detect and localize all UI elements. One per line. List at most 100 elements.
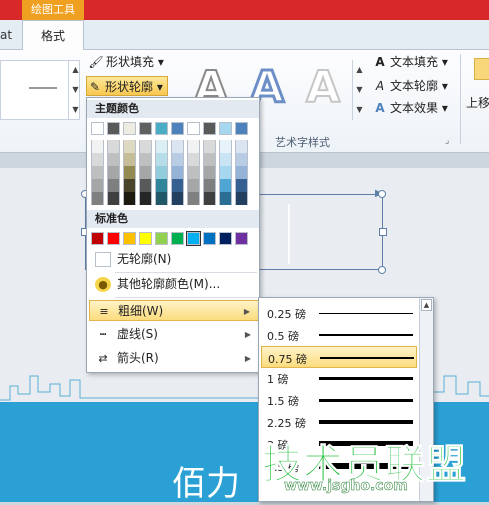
theme-shade-swatch[interactable] [155, 179, 168, 192]
theme-shade-swatch[interactable] [203, 153, 216, 166]
text-outline-button[interactable]: A 文本轮廓 ▾ [372, 76, 448, 96]
selected-arrow-line[interactable] [258, 194, 382, 195]
theme-color-swatch[interactable] [91, 122, 104, 135]
chevron-down-icon[interactable]: ▼ [69, 80, 82, 100]
theme-shade-swatch[interactable] [107, 179, 120, 192]
line-weight-option[interactable]: 1 磅 [261, 367, 417, 389]
shape-style-scroll[interactable]: ▲ ▼ ▼ [68, 60, 82, 120]
theme-shade-swatch[interactable] [203, 140, 216, 153]
standard-color-swatch[interactable] [155, 232, 168, 245]
weight-option[interactable]: ≡ 粗细(W) ▶ [89, 300, 259, 321]
bring-forward-button[interactable]: 上移 [466, 94, 489, 111]
line-weight-option[interactable]: 1.5 磅 [261, 389, 417, 411]
dashes-option[interactable]: ┅ 虚线(S) ▶ [89, 324, 259, 345]
standard-color-swatch[interactable] [139, 232, 152, 245]
theme-shade-swatch[interactable] [139, 179, 152, 192]
theme-shade-swatch[interactable] [123, 192, 136, 205]
standard-color-swatch[interactable] [123, 232, 136, 245]
theme-shade-swatch[interactable] [235, 140, 248, 153]
theme-shade-swatch[interactable] [235, 153, 248, 166]
theme-shade-swatch[interactable] [171, 140, 184, 153]
chevron-up-icon[interactable]: ▲ [69, 60, 82, 80]
theme-shade-swatch[interactable] [155, 140, 168, 153]
theme-shade-swatch[interactable] [107, 153, 120, 166]
tab-partial-left[interactable]: at [0, 28, 12, 42]
theme-shade-swatch[interactable] [171, 179, 184, 192]
line-weight-option[interactable]: 0.5 磅 [261, 324, 417, 346]
standard-color-swatch[interactable] [91, 232, 104, 245]
line-weight-option[interactable]: 0.25 磅 [261, 302, 417, 324]
shape-outline-button[interactable]: ✎ 形状轮廓 ▾ [86, 76, 168, 96]
theme-shade-swatch[interactable] [91, 140, 104, 153]
theme-color-swatch[interactable] [139, 122, 152, 135]
scroll-up-icon[interactable]: ▲ [421, 299, 432, 311]
slide-title-text[interactable]: 佰力 [172, 456, 240, 505]
theme-shade-swatch[interactable] [155, 192, 168, 205]
theme-shade-swatch[interactable] [123, 153, 136, 166]
theme-shade-swatch[interactable] [219, 166, 232, 179]
theme-shade-swatch[interactable] [235, 179, 248, 192]
text-fill-button[interactable]: A 文本填充 ▾ [372, 52, 448, 72]
text-effects-button[interactable]: A 文本效果 ▾ [372, 98, 448, 118]
theme-color-swatch[interactable] [219, 122, 232, 135]
theme-color-swatch[interactable] [187, 122, 200, 135]
theme-shade-swatch[interactable] [171, 153, 184, 166]
no-outline-option[interactable]: 无轮廓(N) [89, 249, 259, 270]
theme-shade-swatch[interactable] [187, 140, 200, 153]
resize-handle[interactable] [378, 266, 386, 274]
theme-shade-swatch[interactable] [123, 166, 136, 179]
chevron-down-icon[interactable]: ▼ [353, 80, 366, 100]
theme-shade-swatch[interactable] [203, 179, 216, 192]
theme-shade-swatch[interactable] [139, 140, 152, 153]
standard-color-swatch[interactable] [235, 232, 248, 245]
theme-shade-swatch[interactable] [155, 166, 168, 179]
theme-shade-swatch[interactable] [171, 192, 184, 205]
theme-shade-swatch[interactable] [91, 179, 104, 192]
theme-color-swatch[interactable] [171, 122, 184, 135]
chevron-up-icon[interactable]: ▲ [353, 60, 366, 80]
theme-shade-swatch[interactable] [219, 179, 232, 192]
standard-color-swatch[interactable] [186, 231, 201, 246]
theme-shade-swatch[interactable] [155, 153, 168, 166]
dialog-launcher-icon[interactable]: ⌟ [445, 136, 449, 146]
theme-shade-swatch[interactable] [203, 192, 216, 205]
theme-shade-swatch[interactable] [91, 166, 104, 179]
wordart-style-3[interactable]: A [300, 61, 346, 114]
theme-shade-swatch[interactable] [107, 140, 120, 153]
shape-fill-button[interactable]: 🖌 形状填充 ▾ [88, 52, 163, 72]
arrange-icon[interactable] [474, 58, 489, 80]
arrows-option[interactable]: ⇄ 箭头(R) ▶ [89, 348, 259, 369]
theme-shade-swatch[interactable] [187, 179, 200, 192]
theme-color-swatch[interactable] [155, 122, 168, 135]
theme-color-swatch[interactable] [235, 122, 248, 135]
theme-shade-swatch[interactable] [123, 179, 136, 192]
theme-shade-swatch[interactable] [187, 166, 200, 179]
standard-color-swatch[interactable] [219, 232, 232, 245]
theme-shade-swatch[interactable] [91, 192, 104, 205]
theme-color-swatch[interactable] [107, 122, 120, 135]
theme-shade-swatch[interactable] [203, 166, 216, 179]
gallery-more-icon[interactable]: ▼ [69, 100, 82, 120]
theme-shade-swatch[interactable] [235, 192, 248, 205]
theme-shade-swatch[interactable] [123, 140, 136, 153]
theme-color-swatch[interactable] [203, 122, 216, 135]
theme-shade-swatch[interactable] [139, 153, 152, 166]
more-outline-colors-option[interactable]: ● 其他轮廓颜色(M)... [89, 274, 259, 295]
theme-shade-swatch[interactable] [219, 192, 232, 205]
theme-shade-swatch[interactable] [235, 166, 248, 179]
theme-shade-swatch[interactable] [107, 192, 120, 205]
theme-shade-swatch[interactable] [187, 153, 200, 166]
standard-color-swatch[interactable] [107, 232, 120, 245]
theme-shade-swatch[interactable] [219, 153, 232, 166]
line-weight-option[interactable]: 2.25 磅 [261, 411, 417, 433]
resize-handle[interactable] [379, 228, 387, 236]
standard-color-swatch[interactable] [171, 232, 184, 245]
theme-shade-swatch[interactable] [91, 153, 104, 166]
theme-shade-swatch[interactable] [107, 166, 120, 179]
tab-format[interactable]: 格式 [22, 20, 84, 51]
theme-shade-swatch[interactable] [187, 192, 200, 205]
standard-color-swatch[interactable] [203, 232, 216, 245]
gallery-more-icon[interactable]: ▼ [353, 100, 366, 120]
wordart-gallery-scroll[interactable]: ▲ ▼ ▼ [352, 60, 366, 120]
theme-shade-swatch[interactable] [219, 140, 232, 153]
